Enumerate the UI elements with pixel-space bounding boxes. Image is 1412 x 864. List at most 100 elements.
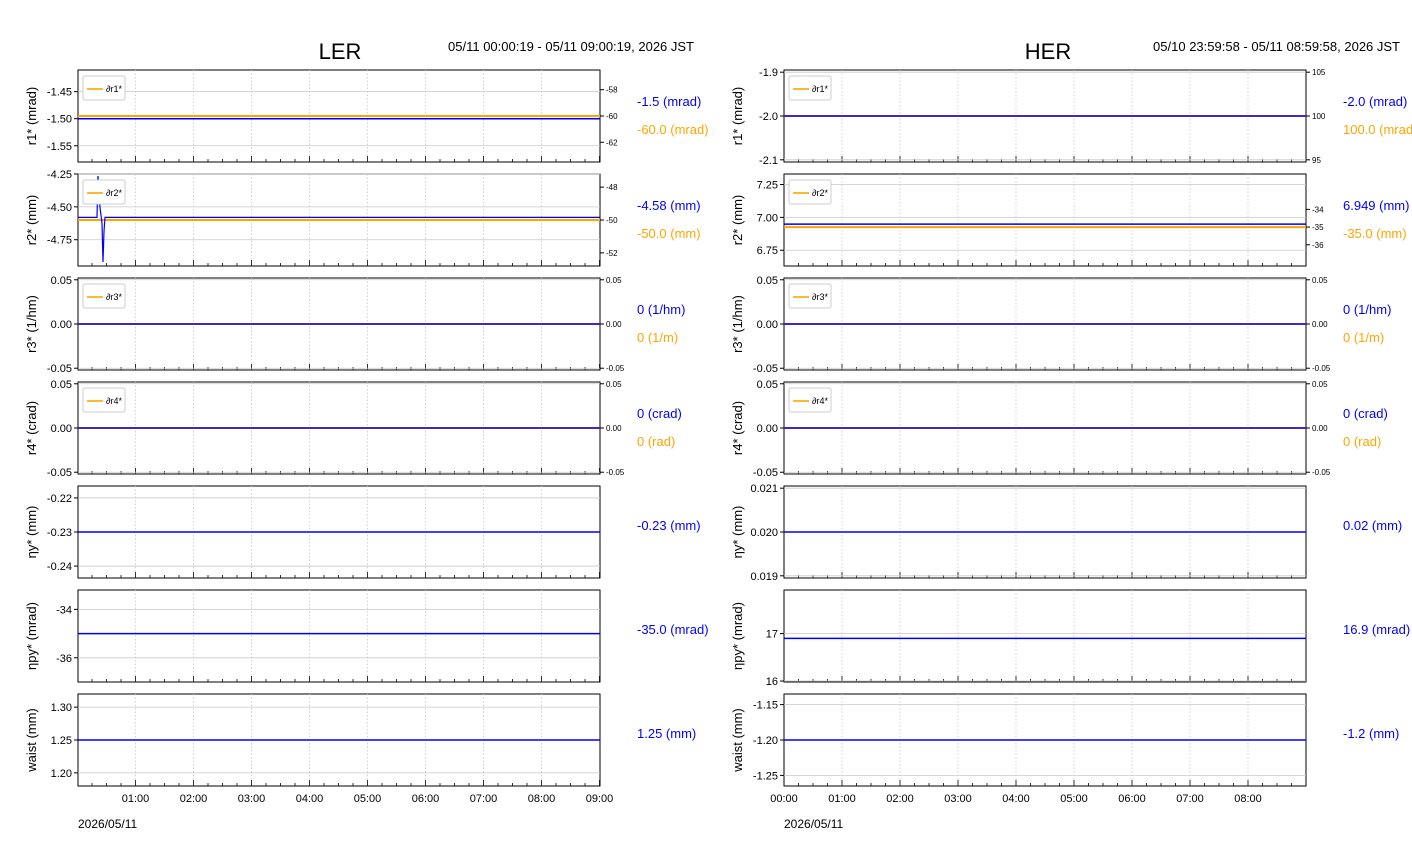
y2-tick-label: -0.05 — [1312, 364, 1331, 373]
y-tick-label: 16 — [766, 676, 778, 688]
y2-tick-label: -0.05 — [1312, 468, 1331, 477]
ler-subplot-7: 1.30 1.25 1.20 waist (mm) 1.25 (mm) 01:00 02:0… — [24, 693, 696, 805]
y2-tick-label: -34 — [1312, 205, 1324, 214]
ler-subplot-3: 0.05 0.00 -0.05 0.05 0.00 -0.05 ∂r3* r3* (1/hm)… — [24, 275, 685, 375]
y-tick-label: 0.00 — [51, 423, 72, 435]
y-tick-label: 0.00 — [757, 423, 778, 435]
y-tick-label: -0.05 — [753, 467, 778, 479]
setpoint-value-label: -60.0 (mrad) — [637, 122, 709, 137]
x-tick-label: 08:00 — [1234, 793, 1262, 805]
setpoint-value-label: 0 (rad) — [637, 434, 675, 449]
y-tick-label: -0.24 — [47, 561, 72, 573]
x-tick-label: 03:00 — [944, 793, 972, 805]
current-value-label: 0.02 (mm) — [1343, 518, 1402, 533]
y2-tick-label: 105 — [1312, 68, 1326, 77]
her-subplot-1: -1.9 -2.0 -2.1 105 100 95 ∂r1* r1* (mrad) -2.0 (… — [730, 67, 1412, 167]
legend: ∂r1* — [788, 75, 832, 101]
legend-label: ∂r3* — [106, 292, 122, 302]
y-tick-label: -4.75 — [47, 235, 72, 247]
y-tick-label: 17 — [766, 629, 778, 641]
legend: ∂r4* — [82, 387, 126, 413]
her-time-range: 05/10 23:59:58 - 05/11 08:59:58, 2026 JS… — [1153, 39, 1400, 54]
legend-label: ∂r4* — [106, 396, 122, 406]
beam-monitor-figure: LER 05/11 00:00:19 - 05/11 09:00:19, 202… — [24, 39, 1412, 831]
y-axis-label: waist (mm) — [730, 708, 745, 773]
y-axis-label: r2* (mm) — [24, 195, 39, 246]
y-tick-label: -0.05 — [47, 467, 72, 479]
y2-tick-label: -52 — [606, 249, 618, 258]
ler-subplot-6: -34 -36 ηpy* (mrad) -35.0 (mrad) — [24, 589, 709, 683]
y-tick-label: -1.25 — [753, 770, 778, 782]
x-tick-label: 00:00 — [770, 793, 798, 805]
y-tick-label: 7.25 — [757, 180, 778, 192]
her-panel: HER 05/10 23:59:58 - 05/11 08:59:58, 202… — [730, 39, 1412, 831]
y-axis-label: ηpy* (mrad) — [24, 602, 39, 670]
her-subplot-3: 0.05 0.00 -0.05 0.05 0.00 -0.05 ∂r3* r3* (1/hm)… — [730, 275, 1391, 375]
y-tick-label: -4.50 — [47, 202, 72, 214]
y2-tick-label: -36 — [1312, 241, 1324, 250]
y-axis-label: ηpy* (mrad) — [730, 602, 745, 670]
y-tick-label: -2.1 — [759, 155, 778, 167]
y2-tick-label: 100 — [1312, 112, 1326, 121]
plot-frame — [783, 589, 1307, 683]
y2-tick-label: 0.05 — [1312, 380, 1328, 389]
legend: ∂r2* — [788, 179, 832, 205]
y2-tick-label: 0.00 — [606, 424, 622, 433]
y-tick-label: -2.0 — [759, 111, 778, 123]
y-tick-label: -0.05 — [47, 363, 72, 375]
y2-tick-label: -60 — [606, 112, 618, 121]
y2-tick-label: -50 — [606, 216, 618, 225]
y2-tick-label: 0.00 — [606, 320, 622, 329]
y-tick-label: -1.9 — [759, 67, 778, 79]
y-axis-label: ηy* (mm) — [24, 506, 39, 559]
y-tick-label: -0.23 — [47, 527, 72, 539]
y-tick-label: 0.00 — [757, 319, 778, 331]
y-tick-label: 0.00 — [51, 319, 72, 331]
setpoint-value-label: -35.0 (mm) — [1343, 226, 1407, 241]
ler-subplot-4: 0.05 0.00 -0.05 0.05 0.00 -0.05 ∂r4* r4* (crad)… — [24, 379, 682, 479]
y-tick-label: -1.55 — [47, 141, 72, 153]
y2-tick-label: 95 — [1312, 156, 1321, 165]
x-tick-label: 04:00 — [296, 793, 324, 805]
setpoint-value-label: 0 (1/m) — [1343, 330, 1384, 345]
current-value-label: 6.949 (mm) — [1343, 198, 1409, 213]
y2-tick-label: -35 — [1312, 223, 1324, 232]
current-value-label: 0 (crad) — [637, 406, 682, 421]
y-tick-label: 7.00 — [757, 212, 778, 224]
y2-tick-label: -58 — [606, 86, 618, 95]
y-tick-label: 0.05 — [51, 379, 72, 391]
y-tick-label: 0.021 — [750, 483, 778, 495]
legend-label: ∂r2* — [106, 188, 122, 198]
x-tick-label: 05:00 — [354, 793, 382, 805]
legend: ∂r4* — [788, 387, 832, 413]
current-value-label: 0 (1/hm) — [1343, 302, 1391, 317]
y-tick-label: 1.25 — [51, 735, 72, 747]
plot-frame — [783, 173, 1307, 267]
y-axis-label: r1* (mrad) — [24, 87, 39, 146]
x-tick-label: 07:00 — [470, 793, 498, 805]
y-axis-label: r2* (mm) — [730, 195, 745, 246]
her-date-label: 2026/05/11 — [784, 817, 843, 831]
her-subplot-7: -1.15 -1.20 -1.25 waist (mm) -1.2 (mm) 00:00 0… — [730, 693, 1399, 805]
current-value-label: 1.25 (mm) — [637, 726, 696, 741]
x-tick-label: 06:00 — [1118, 793, 1146, 805]
her-subplot-4: 0.05 0.00 -0.05 0.05 0.00 -0.05 ∂r4* r4* (crad)… — [730, 379, 1388, 479]
x-tick-label: 02:00 — [180, 793, 208, 805]
legend-label: ∂r4* — [812, 396, 828, 406]
ler-subplot-1: -1.45 -1.50 -1.55 -58 -60 -62 ∂r1* r1* (mrad) -1… — [24, 69, 709, 163]
legend-label: ∂r1* — [812, 84, 828, 94]
x-tick-label: 04:00 — [1002, 793, 1030, 805]
x-tick-label: 06:00 — [412, 793, 440, 805]
y-axis-label: r4* (crad) — [730, 401, 745, 455]
current-value-label: -2.0 (mrad) — [1343, 94, 1407, 109]
current-value-label: -1.2 (mm) — [1343, 726, 1399, 741]
y2-tick-label: -0.05 — [606, 468, 625, 477]
x-tick-label: 02:00 — [886, 793, 914, 805]
y-axis-label: r3* (1/hm) — [730, 295, 745, 353]
current-value-label: 0 (1/hm) — [637, 302, 685, 317]
y2-tick-label: 0.05 — [606, 276, 622, 285]
ler-time-range: 05/11 00:00:19 - 05/11 09:00:19, 2026 JS… — [448, 39, 694, 54]
y2-tick-label: 0.00 — [1312, 320, 1328, 329]
y2-tick-label: 0.00 — [1312, 424, 1328, 433]
current-value-label: -35.0 (mrad) — [637, 622, 709, 637]
